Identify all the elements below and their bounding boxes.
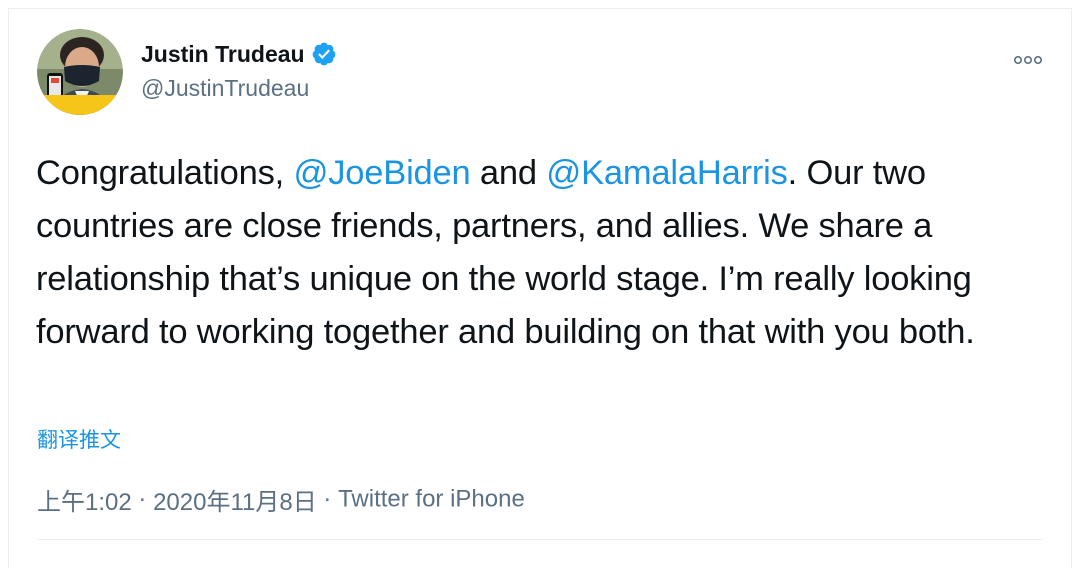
tweet-text-segment: and [470,154,547,192]
meta-separator: · [323,485,332,513]
display-name-row: Justin Trudeau [141,39,337,69]
tweet-time[interactable]: 上午1:02 [37,489,132,516]
mention-joebiden-link[interactable]: @JoeBiden [293,154,470,192]
meta-separator: · [138,485,147,513]
display-name[interactable]: Justin Trudeau [141,41,305,68]
author-names: Justin Trudeau @JustinTrudeau [141,39,337,102]
avatar[interactable] [37,29,123,115]
tweet-text-segment: Congratulations, [36,154,294,192]
author-handle[interactable]: @JustinTrudeau [141,75,337,102]
tweet-text: Congratulations, @JoeBiden and @KamalaHa… [36,147,1056,359]
tweet-header: Justin Trudeau @JustinTrudeau [37,29,1051,119]
tweet-source[interactable]: Twitter for iPhone [338,486,525,513]
avatar-image [37,29,123,115]
more-options-button[interactable] [1011,43,1045,77]
verified-badge-icon [311,41,337,67]
tweet-date[interactable]: 2020年11月8日 [153,489,317,516]
mention-kamalaharris-link[interactable]: @KamalaHarris [546,154,788,192]
more-options-icon [1013,55,1042,65]
tweet-card: Justin Trudeau @JustinTrudeau Congratula… [8,8,1072,568]
divider [37,539,1043,540]
translate-tweet-link[interactable]: 翻译推文 [37,424,121,454]
tweet-meta: 上午1:02 · 2020年11月8日 · Twitter for iPhone [37,482,525,517]
